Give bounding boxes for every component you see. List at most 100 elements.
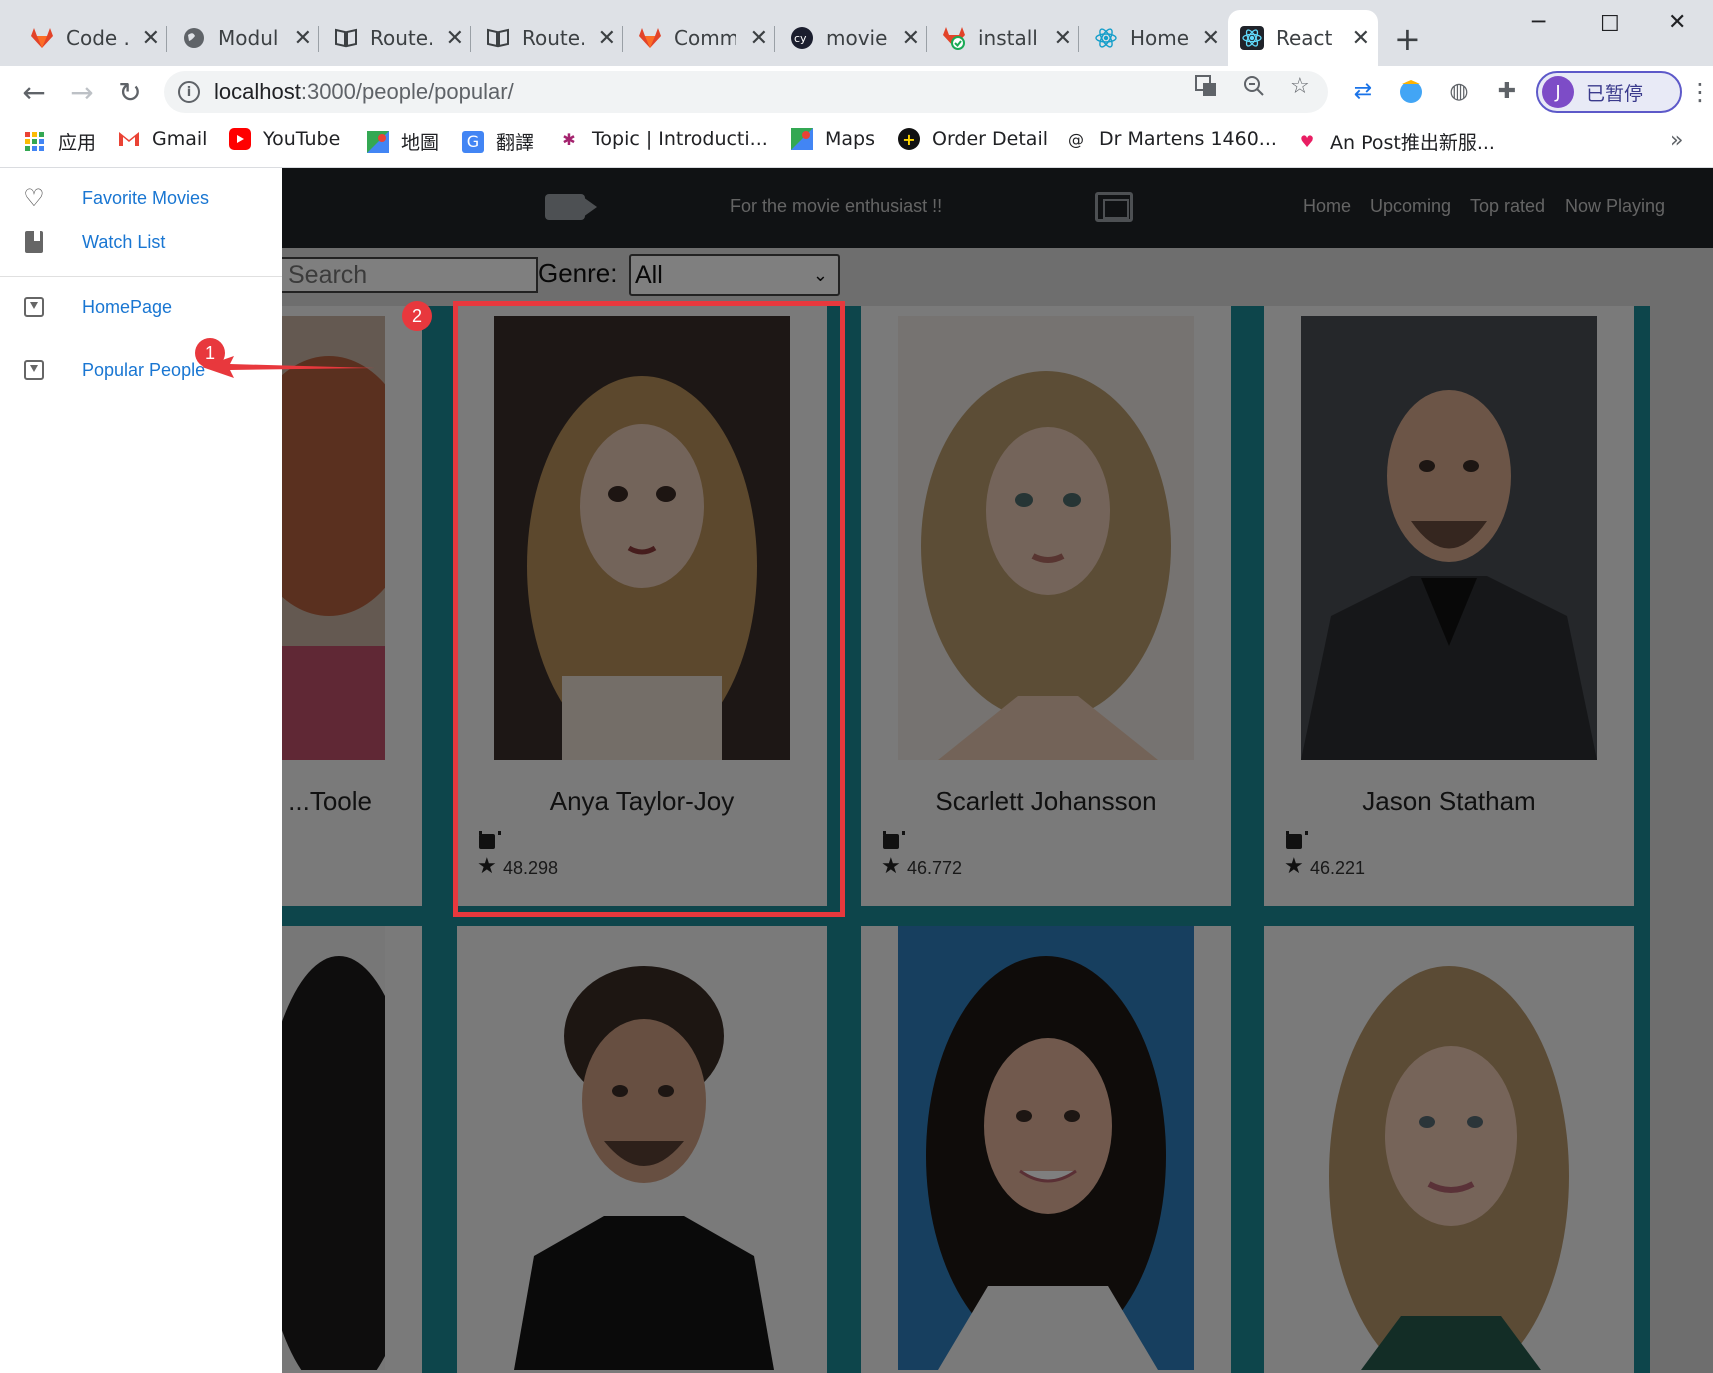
bookmark-icon <box>22 230 46 254</box>
profile-button[interactable]: J 已暂停 <box>1536 71 1682 113</box>
bookmark-order-detail[interactable]: + Order Detail <box>898 128 1048 150</box>
bookmark-topic[interactable]: ✱ Topic | Introducti... <box>558 128 768 150</box>
browser-tab[interactable]: Modul... ✕ <box>170 10 320 66</box>
chevron-more-icon[interactable]: » <box>1670 128 1683 153</box>
gitlab-icon <box>638 26 662 50</box>
bookmark-dr-martens[interactable]: @ Dr Martens 1460... <box>1065 128 1277 150</box>
forward-icon[interactable]: → <box>62 72 102 112</box>
youtube-icon <box>229 128 251 150</box>
bookmark-label: Gmail <box>152 128 208 150</box>
tab-separator <box>1078 26 1079 52</box>
bookmark-label: An Post推出新服... <box>1330 132 1495 154</box>
bookmark-label: 地圖 <box>401 132 440 154</box>
bookmarks-bar: 应用 Gmail YouTube 地圖 G 翻譯 ✱ Topic | Intro… <box>0 118 1713 168</box>
bookmark-label: 翻譯 <box>496 132 535 154</box>
plus-circle-icon: + <box>898 128 920 150</box>
bookmark-an-post[interactable]: ♥ An Post推出新服... <box>1296 128 1495 155</box>
tab-close-icon[interactable]: ✕ <box>1054 26 1072 51</box>
tab-close-icon[interactable]: ✕ <box>446 26 464 51</box>
extension-sync-icon[interactable]: ⇄ <box>1348 76 1378 106</box>
bookmark-label: 应用 <box>58 132 97 154</box>
tab-close-icon[interactable]: ✕ <box>1352 26 1370 51</box>
drawer-item-favorite-movies[interactable]: ♡ Favorite Movies <box>0 176 282 220</box>
drawer-item-label: Favorite Movies <box>82 187 210 208</box>
back-icon[interactable]: ← <box>14 72 54 112</box>
screenshot-root: Code ... ✕ Modul... ✕ Route... ✕ Route..… <box>0 0 1713 1373</box>
new-tab-icon[interactable]: + <box>1394 20 1421 58</box>
browser-tab[interactable]: Route... ✕ <box>474 10 624 66</box>
web-page: For the movie enthusiast !! Home Upcomin… <box>0 168 1713 1373</box>
inbox-icon <box>22 295 46 319</box>
tab-close-icon[interactable]: ✕ <box>598 26 616 51</box>
bookmark-gmail[interactable]: Gmail <box>118 128 207 150</box>
browser-tab[interactable]: cy movie... ✕ <box>778 10 928 66</box>
extensions-puzzle-icon[interactable]: ✚ <box>1492 76 1522 106</box>
at-icon: @ <box>1068 129 1084 149</box>
drawer-item-watch-list[interactable]: Watch List <box>0 220 282 264</box>
bookmark-maps-zh[interactable]: 地圖 <box>367 128 439 155</box>
bookmark-label: Topic | Introducti... <box>592 128 768 150</box>
annotation-badge: 2 <box>402 301 432 331</box>
tab-close-icon[interactable]: ✕ <box>1202 26 1220 51</box>
browser-tab-strip: Code ... ✕ Modul... ✕ Route... ✕ Route..… <box>0 0 1713 66</box>
bookmark-apps[interactable]: 应用 <box>24 128 96 155</box>
tab-separator <box>470 26 471 52</box>
bookmark-label: Order Detail <box>932 128 1049 150</box>
avatar: J <box>1542 76 1574 108</box>
browser-toolbar: ← → ↻ i localhost:3000/people/popular/ ☆… <box>0 66 1713 118</box>
maps-icon <box>791 128 813 150</box>
drawer-item-label: Watch List <box>82 231 166 252</box>
bookmark-star-icon[interactable]: ☆ <box>1290 74 1310 99</box>
browser-tab[interactable]: install... ✕ <box>930 10 1080 66</box>
extension-bird-icon[interactable] <box>1396 76 1426 106</box>
url-path: :3000/people/popular/ <box>300 79 514 104</box>
gitlab-check-icon <box>942 26 966 50</box>
reload-icon[interactable]: ↻ <box>110 72 150 112</box>
tab-close-icon[interactable]: ✕ <box>294 26 312 51</box>
browser-menu-icon[interactable]: ⋮ <box>1688 78 1712 106</box>
react-icon <box>1240 26 1264 50</box>
react-icon <box>1094 26 1118 50</box>
gmail-icon <box>118 128 140 150</box>
bookmark-youtube[interactable]: YouTube <box>229 128 340 150</box>
browser-tab[interactable]: Code ... ✕ <box>18 10 168 66</box>
book-icon <box>334 26 358 50</box>
drawer-item-label: HomePage <box>82 296 173 317</box>
browser-tab[interactable]: Route... ✕ <box>322 10 472 66</box>
minimize-icon[interactable]: ─ <box>1532 10 1545 35</box>
heart-icon: ♥ <box>1299 132 1315 151</box>
address-bar[interactable]: i localhost:3000/people/popular/ <box>164 71 1328 113</box>
slack-icon: ✱ <box>562 129 576 149</box>
extension-palette-icon[interactable]: ◍ <box>1444 76 1474 106</box>
apps-grid-icon <box>24 131 46 153</box>
tab-separator <box>774 26 775 52</box>
translate-page-icon[interactable] <box>1194 74 1218 104</box>
maximize-icon[interactable]: ☐ <box>1600 12 1620 37</box>
globe-icon <box>182 26 206 50</box>
highlight-box <box>453 301 845 917</box>
tab-separator <box>622 26 623 52</box>
bookmark-label: Dr Martens 1460... <box>1099 128 1277 150</box>
site-info-icon[interactable]: i <box>178 81 200 103</box>
drawer-item-homepage[interactable]: HomePage <box>0 285 282 329</box>
bookmark-label: Maps <box>825 128 875 150</box>
browser-tab-active[interactable]: React ... ✕ <box>1228 10 1378 66</box>
translate-icon: G <box>462 130 484 153</box>
browser-tab[interactable]: Home ✕ <box>1082 10 1228 66</box>
tab-close-icon[interactable]: ✕ <box>142 26 160 51</box>
tab-close-icon[interactable]: ✕ <box>750 26 768 51</box>
zoom-icon[interactable] <box>1242 74 1266 104</box>
url-host: localhost <box>214 79 301 104</box>
drawer-divider <box>0 276 282 277</box>
heart-outline-icon: ♡ <box>23 184 45 212</box>
gitlab-icon <box>30 26 54 50</box>
bookmark-maps[interactable]: Maps <box>791 128 875 150</box>
drawer-item-label: Popular People <box>82 359 206 380</box>
browser-tab[interactable]: Comm... ✕ <box>626 10 776 66</box>
bookmark-translate[interactable]: G 翻譯 <box>462 128 534 155</box>
window-close-icon[interactable]: ✕ <box>1668 10 1686 35</box>
url-text[interactable]: localhost:3000/people/popular/ <box>214 79 514 105</box>
tab-close-icon[interactable]: ✕ <box>902 26 920 51</box>
inbox-icon <box>22 358 46 382</box>
tab-separator <box>166 26 167 52</box>
